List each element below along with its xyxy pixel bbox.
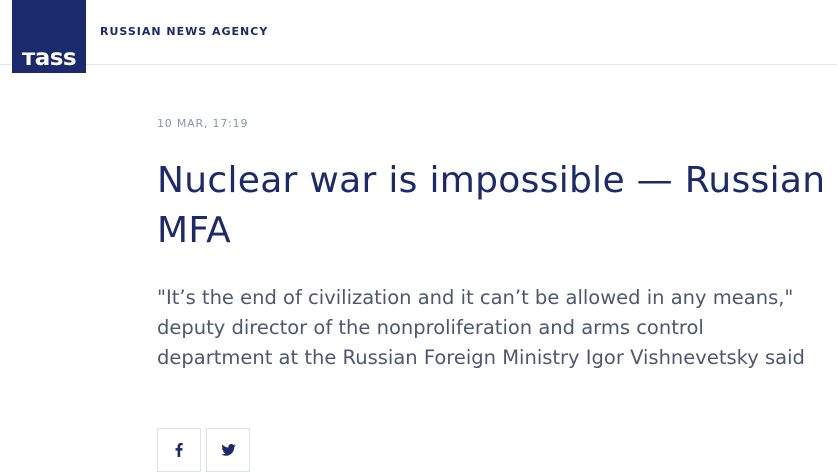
logo-text: тass: [21, 45, 77, 71]
article-dateline: 10 MAR, 17:19: [157, 117, 249, 130]
article-title: Nuclear war is impossible — Russian MFA: [157, 160, 826, 251]
facebook-share-button[interactable]: [157, 428, 201, 472]
tass-logo[interactable]: тass: [12, 0, 86, 73]
agency-name: RUSSIAN NEWS AGENCY: [100, 25, 269, 38]
article-lead: "It’s the end of civilization and it can…: [157, 286, 805, 369]
site-header: тass RUSSIAN NEWS AGENCY: [0, 0, 837, 73]
share-bar: [157, 428, 250, 472]
twitter-share-button[interactable]: [206, 428, 250, 472]
facebook-icon: [175, 443, 183, 457]
twitter-icon: [220, 444, 236, 456]
